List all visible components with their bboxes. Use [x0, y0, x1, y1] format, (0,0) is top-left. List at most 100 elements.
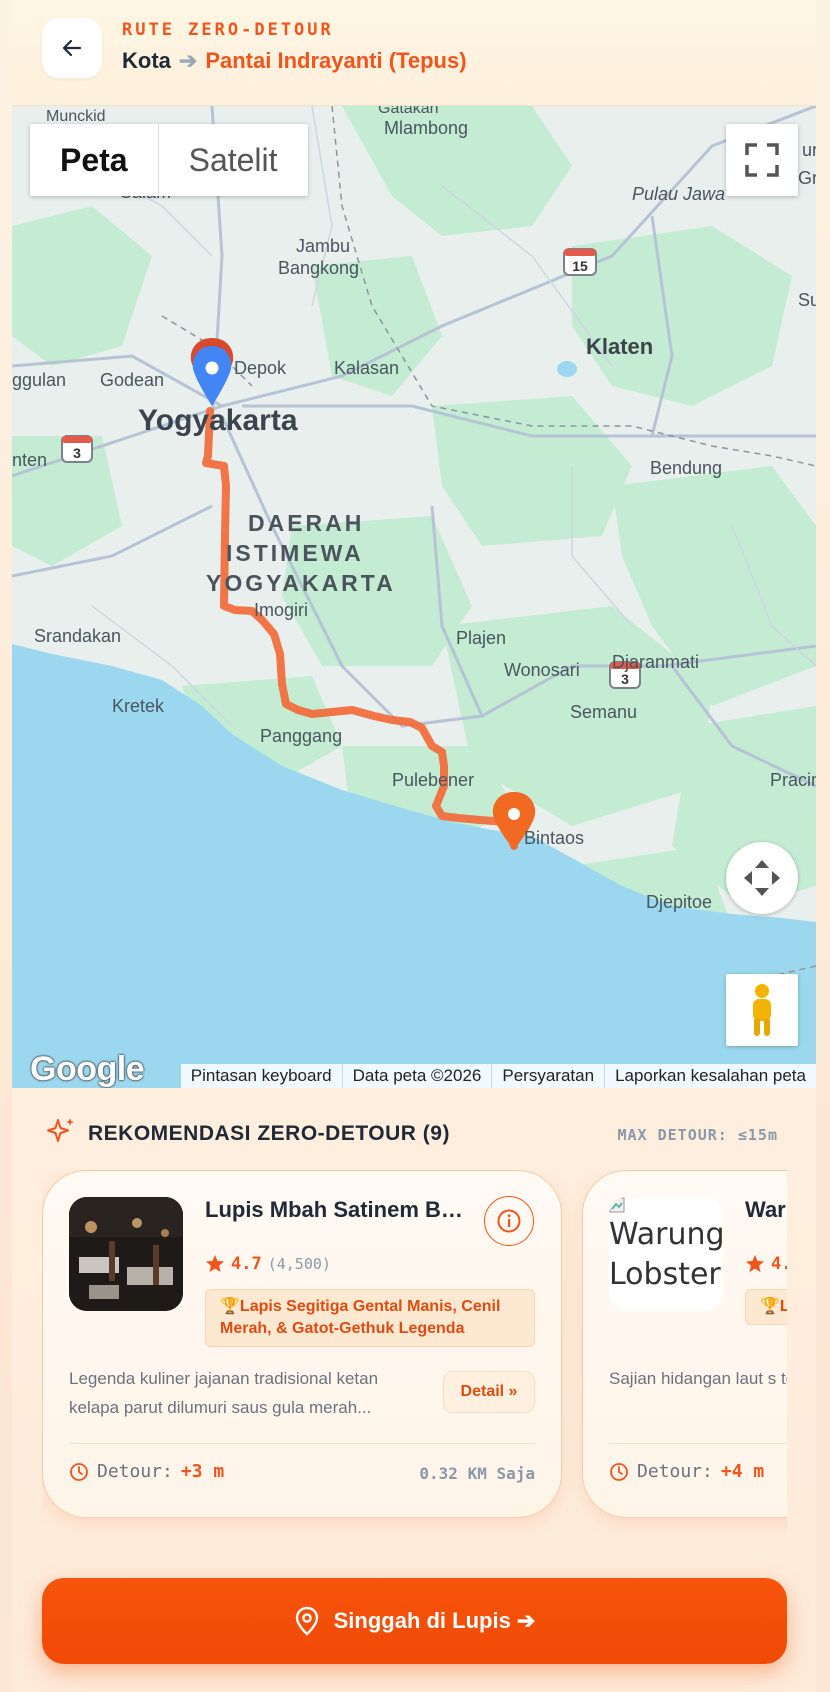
restaurant-description: Legenda kuliner jajanan tradisional keta… — [69, 1369, 379, 1417]
detour-label: Detour: — [97, 1461, 173, 1482]
terms-link[interactable]: Persyaratan — [491, 1064, 604, 1088]
route-summary: Kota ➔ Pantai Indrayanti (Tepus) — [122, 48, 467, 74]
recommendations-title: REKOMENDASI ZERO-DETOUR (9) — [88, 1122, 450, 1145]
star-icon — [746, 1255, 764, 1272]
fullscreen-icon — [745, 143, 779, 177]
route-from: Kota — [122, 48, 171, 73]
stop-here-button[interactable]: Singgah di Lupis ➔ — [42, 1578, 787, 1664]
rating-score: 4. — [771, 1254, 787, 1274]
detour-value: +4 m — [720, 1461, 765, 1482]
map-label: Mlambong — [384, 118, 469, 138]
rating-count: (4,500) — [267, 1255, 331, 1273]
arrow-left-icon — [62, 39, 82, 57]
map-label: DAERAH — [248, 510, 365, 536]
rating: 4.7 (4,500) — [205, 1254, 331, 1274]
sparkles-icon — [47, 1118, 74, 1142]
map-label: Pulau Jawa — [632, 184, 726, 204]
map-label: Kretek — [112, 696, 165, 716]
google-logo: Google — [30, 1050, 145, 1088]
map-label: Pracim — [770, 770, 816, 790]
info-button[interactable] — [484, 1196, 534, 1246]
map-label: YOGYAKARTA — [206, 570, 396, 596]
map-label: Semanu — [570, 702, 638, 722]
map-label: Djaranmati — [612, 652, 700, 672]
map-label: Wonosari — [504, 660, 580, 680]
map-data-label: Data peta ©2026 — [341, 1064, 492, 1088]
max-detour-label: MAX DETOUR: ≤15m — [617, 1126, 778, 1144]
recommendations-header: REKOMENDASI ZERO-DETOUR (9) MAX DETOUR: … — [12, 1088, 816, 1178]
keyboard-shortcuts-link[interactable]: Pintasan keyboard — [181, 1064, 342, 1088]
route-eyebrow: RUTE ZERO-DETOUR — [122, 20, 334, 40]
map-label: Plajen — [456, 628, 507, 648]
map-canvas: 15 3 3 — [12, 106, 816, 1088]
restaurant-name[interactable]: Warung Lobster — [745, 1197, 787, 1223]
map-label: Jambu — [296, 236, 351, 256]
map-type-satelit-button[interactable]: Satelit — [157, 124, 308, 196]
restaurant-photo: Warung Lobster — [609, 1197, 723, 1311]
detour-info: Detour: +3 m — [69, 1461, 224, 1482]
map-label: Imogiri — [254, 600, 309, 620]
detail-button[interactable]: Detail » — [443, 1371, 535, 1413]
restaurant-description: Sajian hidangan laut s terkenal dengan t… — [609, 1369, 787, 1388]
svg-text:3: 3 — [73, 445, 81, 461]
map-label: Bintaos — [524, 828, 585, 848]
map-label: Djepitoe — [646, 892, 713, 912]
map-label: Pulebener — [392, 770, 475, 790]
restaurant-photo — [69, 1197, 183, 1311]
street-view-button[interactable] — [726, 974, 798, 1046]
image-alt-text: Warung Lobster — [609, 1217, 723, 1292]
signature-dish-badge: 🏆Lapis Segitiga Gental Manis, Cenil Mera… — [205, 1289, 535, 1347]
stop-here-label: Singgah di Lupis ➔ — [333, 1608, 536, 1633]
map-label: Godean — [100, 370, 165, 390]
restaurant-name[interactable]: Lupis Mbah Satinem Bu... — [205, 1197, 467, 1223]
recommendation-card[interactable]: Warung Lobster Warung Lobster 4. 🏆L Cur … — [582, 1170, 787, 1518]
map-type-peta-button[interactable]: Peta — [30, 124, 158, 196]
map-label: Kalasan — [334, 358, 400, 378]
signature-dish-badge: 🏆L Cur — [745, 1289, 787, 1325]
map-label: ISTIMEWA — [226, 540, 364, 566]
map-label: Gatakan — [378, 106, 439, 117]
map-attribution: Pintasan keyboard Data peta ©2026 Persya… — [180, 1064, 816, 1088]
distance-label: 0.32 KM Saja — [419, 1464, 535, 1483]
map-label: Srandakan — [34, 626, 122, 646]
rating: 4. — [745, 1254, 787, 1274]
detour-value: +3 m — [180, 1461, 225, 1482]
top-header: RUTE ZERO-DETOUR Kota ➔ Pantai Indrayant… — [12, 0, 816, 106]
svg-text:3: 3 — [621, 671, 629, 687]
rating-score: 4.7 — [231, 1254, 262, 1274]
map-label: ggulan — [12, 370, 67, 390]
map-label: Bendung — [650, 458, 723, 478]
pegman-icon — [753, 984, 771, 1036]
broken-image-icon — [609, 1197, 625, 1213]
map-label: Yogyakarta — [138, 404, 298, 437]
map-label: Depok — [234, 358, 287, 378]
route-map[interactable]: 15 3 3 Munckid Gatakan Mlambong Salam Pu… — [12, 106, 816, 1088]
map-label: Panggang — [260, 726, 343, 746]
clock-icon — [610, 1462, 628, 1481]
svg-text:15: 15 — [572, 258, 588, 274]
route-arrow-icon: ➔ — [178, 48, 198, 73]
map-label: Gro — [798, 168, 816, 188]
route-to: Pantai Indrayanti (Tepus) — [205, 48, 467, 73]
detour-info: Detour: +4 m — [609, 1461, 764, 1482]
map-label: nten — [12, 450, 48, 470]
report-error-link[interactable]: Laporkan kesalahan peta — [604, 1064, 816, 1088]
card-divider — [609, 1443, 787, 1444]
map-type-toggle: Peta Satelit — [30, 124, 308, 196]
camera-control-button[interactable] — [726, 842, 798, 914]
pan-arrows-icon — [744, 860, 780, 896]
card-divider — [69, 1443, 535, 1444]
recommendation-carousel[interactable]: Lupis Mbah Satinem Bu... 4.7 (4,500) 🏆La… — [42, 1170, 787, 1534]
info-icon — [497, 1209, 521, 1233]
fullscreen-button[interactable] — [726, 124, 798, 196]
detour-label: Detour: — [637, 1461, 713, 1482]
map-label: ur — [802, 140, 816, 160]
map-label: Klaten — [586, 334, 654, 359]
back-button[interactable] — [42, 18, 102, 78]
map-label: Bangkong — [278, 258, 360, 278]
map-pin-icon — [295, 1606, 318, 1636]
map-label: Su — [798, 290, 816, 310]
recommendation-card[interactable]: Lupis Mbah Satinem Bu... 4.7 (4,500) 🏆La… — [42, 1170, 562, 1518]
clock-icon — [70, 1462, 88, 1481]
star-icon — [206, 1255, 224, 1272]
